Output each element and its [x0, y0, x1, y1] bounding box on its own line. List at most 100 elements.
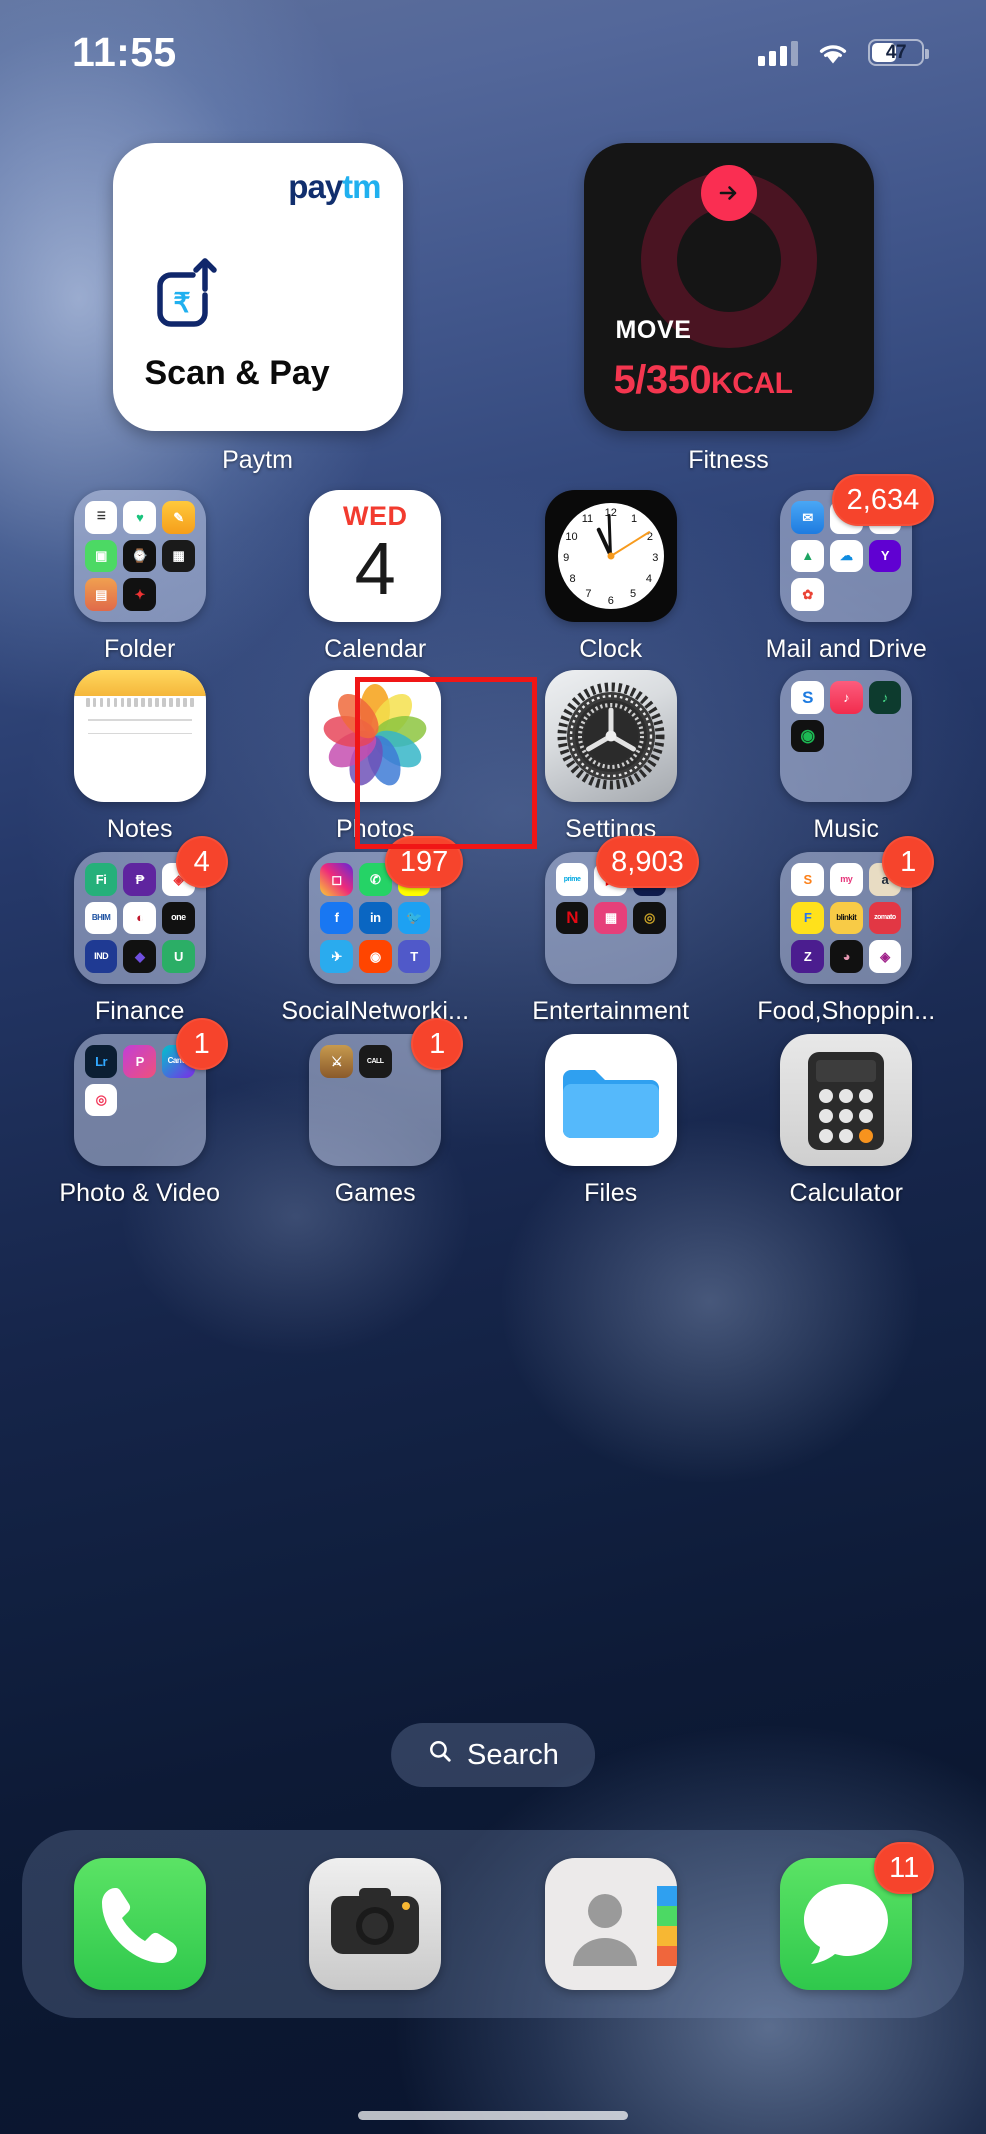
app-icon-wrap-entertainment[interactable]: 8,903 prime ▶ hot N ▦ ◎	[544, 836, 699, 984]
folder-icon-music[interactable]: S ♪ ♪ ◉	[780, 670, 913, 802]
calendar-icon[interactable]: WED 4	[309, 490, 442, 622]
paytm-widget[interactable]: paytm ₹ Scan & Pay	[112, 143, 403, 431]
app-icon-wrap-folder[interactable]: ☰ ♥ ✎ ▣ ⌚ ▦ ▤ ✦	[73, 490, 206, 622]
mini-app-empty-18	[320, 1084, 353, 1117]
mini-app-picsart: P	[123, 1045, 157, 1078]
calculator-glyph-icon	[808, 1052, 885, 1150]
search-button[interactable]: Search	[391, 1723, 595, 1787]
app-label-notes: Notes	[106, 815, 173, 843]
app-icon-wrap-food-shopping[interactable]: 1 S my a F blinkit zomato Z ◕ ◈	[780, 836, 935, 984]
app-icon-wrap-calendar[interactable]: WED 4	[309, 490, 442, 622]
app-label-calendar: Calendar	[324, 635, 427, 663]
mini-app-bhim: BHIM	[84, 901, 118, 935]
clock-second-hand	[610, 530, 651, 557]
badge-food-shopping: 1	[882, 836, 935, 888]
mini-app-onedrive: ☁	[829, 539, 863, 573]
app-cell-clock: 12 1 2 3 4 5 6 7 8 9 10 11 Clock	[493, 490, 729, 664]
app-icon-wrap-games[interactable]: 1 ⚔ CALL	[309, 1018, 464, 1166]
app-cell-music: S ♪ ♪ ◉ Music	[729, 670, 965, 844]
photos-icon[interactable]	[309, 670, 442, 802]
app-icon-wrap-finance[interactable]: 4 Fi ₱ ◈ BHIM ◐ one IND ◆ U	[73, 836, 228, 984]
mini-app-empty-4	[830, 720, 863, 753]
badge-games: 1	[411, 1018, 464, 1070]
home-screen: paytm ₹ Scan & Pay Paytm MOVE 5/350KCAL …	[0, 0, 986, 2134]
mini-app-apple-music: ♪	[829, 681, 863, 714]
clock-minute-hand	[607, 513, 613, 557]
mini-app-empty-22	[359, 1122, 392, 1155]
app-icon-wrap-photos[interactable]	[309, 670, 442, 802]
battery-percent: 47	[885, 41, 907, 63]
app-icon-wrap-mail-and-drive[interactable]: 2,634 ✉ O M ▲ ☁ Y ✿	[780, 474, 935, 622]
folder-glyph-icon	[562, 1070, 659, 1138]
mini-app-empty-20	[398, 1084, 431, 1117]
wifi-icon	[816, 40, 850, 66]
badge-finance: 4	[175, 836, 228, 888]
app-icon-wrap-files[interactable]	[544, 1034, 677, 1166]
badge-mail-and-drive: 2,634	[831, 474, 935, 526]
phone-icon[interactable]	[73, 1858, 206, 1990]
camera-icon[interactable]	[309, 1858, 442, 1990]
app-row-4: 1 Lr P Canva ◎ Photo & Video 1 ⚔ CALL Ga…	[0, 1018, 986, 1208]
paytm-logo-pay: pay	[288, 168, 343, 205]
widget-cell-fitness: MOVE 5/350KCAL Fitness	[493, 143, 964, 475]
app-cell-folder: ☰ ♥ ✎ ▣ ⌚ ▦ ▤ ✦ Folder	[22, 490, 258, 664]
mini-app-twitter: 🐦	[397, 901, 431, 935]
app-cell-calendar: WED 4 Calendar	[258, 490, 494, 664]
app-icon-wrap-socialnetworking[interactable]: 197 ◻ ✆ 👻 f in 🐦 ✈ ◉ T	[309, 836, 464, 984]
dock-icon-wrap-messages[interactable]: 11	[780, 1842, 935, 1990]
settings-icon[interactable]	[544, 670, 677, 802]
app-row-2: Notes Photos Settings S ♪ ♪ ◉ Music	[0, 670, 986, 844]
mini-app-empty-13	[162, 1084, 195, 1117]
folder-icon-folder[interactable]: ☰ ♥ ✎ ▣ ⌚ ▦ ▤ ✦	[73, 490, 206, 622]
contacts-icon[interactable]	[544, 1858, 677, 1990]
dock-icon-wrap-contacts[interactable]	[544, 1858, 677, 1990]
notes-icon[interactable]	[73, 670, 206, 802]
fitness-value-number: 5/350	[613, 358, 712, 402]
notes-spiral-rings	[74, 696, 206, 707]
mini-app-telegram: ✈	[320, 940, 353, 973]
mini-app-shazam: S	[791, 681, 824, 714]
paytm-logo: paytm	[288, 168, 381, 206]
dock-icon-wrap-phone[interactable]	[73, 1858, 206, 1990]
clock-face: 12 1 2 3 4 5 6 7 8 9 10 11	[557, 503, 664, 609]
app-icon-wrap-music[interactable]: S ♪ ♪ ◉	[780, 670, 913, 802]
app-icon-wrap-settings[interactable]	[544, 670, 677, 802]
app-label-calculator: Calculator	[789, 1179, 904, 1207]
mini-app-onecard: one	[162, 901, 195, 935]
mini-app-instagram: ◻	[320, 863, 353, 896]
mini-app-mail: ✉	[791, 501, 824, 534]
mini-app-empty-11	[633, 940, 666, 973]
app-label-folder: Folder	[104, 635, 176, 663]
mini-app-empty-19	[359, 1084, 392, 1117]
arrow-right-icon	[700, 165, 757, 221]
mini-app-reminders: ☰	[84, 501, 118, 534]
app-label-entertainment: Entertainment	[532, 997, 690, 1025]
app-icon-wrap-clock[interactable]: 12 1 2 3 4 5 6 7 8 9 10 11	[544, 490, 677, 622]
mini-app-linkedin: in	[358, 901, 392, 935]
app-icon-wrap-notes[interactable]	[73, 670, 206, 802]
clock-center-pin	[607, 552, 615, 560]
badge-socialnetworking: 197	[384, 836, 464, 888]
clock-icon[interactable]: 12 1 2 3 4 5 6 7 8 9 10 11	[544, 490, 677, 622]
status-indicators: 47	[758, 39, 929, 66]
mini-app-shortcuts: ▦	[162, 539, 195, 573]
mini-app-unity: U	[162, 940, 195, 973]
files-icon[interactable]	[544, 1034, 677, 1166]
mini-app-compass: ✦	[123, 578, 157, 611]
app-icon-wrap-calculator[interactable]	[780, 1034, 913, 1166]
mini-app-health: ♥	[123, 501, 157, 534]
mini-app-empty-12	[123, 1084, 156, 1117]
mini-app-indmoney: IND	[84, 940, 118, 973]
mini-app-empty	[162, 578, 195, 611]
notes-line	[87, 732, 192, 735]
calculator-icon[interactable]	[780, 1034, 913, 1166]
dock-icon-wrap-camera[interactable]	[309, 1858, 442, 1990]
mini-app-empty-3	[869, 578, 902, 611]
mini-app-nykaa: ◕	[829, 940, 863, 973]
app-cell-entertainment: 8,903 prime ▶ hot N ▦ ◎ Entertainment	[493, 836, 729, 1026]
rupee-scan-arrow-icon: ₹	[149, 255, 227, 333]
app-icon-wrap-photo-video[interactable]: 1 Lr P Canva ◎	[73, 1018, 228, 1166]
fitness-widget[interactable]: MOVE 5/350KCAL	[583, 143, 874, 431]
mini-app-empty-6	[791, 758, 824, 791]
mini-app-empty-21	[320, 1122, 353, 1155]
